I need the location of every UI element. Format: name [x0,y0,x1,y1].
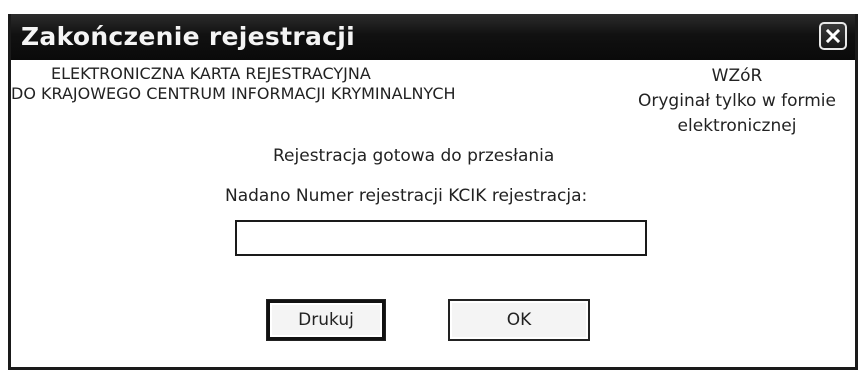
window-title: Zakończenie rejestracji [21,22,355,51]
sample-note-line1: Oryginał tylko w formie [638,91,836,111]
dialog-window: Zakończenie rejestracji ELEKTRONICZNA KA… [8,14,858,370]
form-header-line1: ELEKTRONICZNA KARTA REJESTRACYJNA [51,64,371,83]
sample-label: WZóR [711,66,763,86]
sample-note-line2: elektronicznej [677,116,797,136]
sample-note: WZóR Oryginał tylko w formie elektronicz… [627,64,847,139]
print-button[interactable]: Drukuj [267,300,385,340]
dialog-content: ELEKTRONICZNA KARTA REJESTRACYJNA DO KRA… [11,60,855,367]
registration-number-field[interactable] [235,220,647,256]
close-button[interactable] [819,22,847,50]
close-icon [826,29,840,43]
title-bar[interactable]: Zakończenie rejestracji [11,14,855,60]
form-header-line2: DO KRAJOWEGO CENTRUM INFORMACJI KRYMINAL… [11,84,456,103]
status-message: Rejestracja gotowa do przesłania [273,146,555,166]
assigned-number-label: Nadano Numer rejestracji KCIK rejestracj… [225,186,588,206]
ok-button[interactable]: OK [449,300,589,340]
form-header: ELEKTRONICZNA KARTA REJESTRACYJNA DO KRA… [11,64,456,104]
